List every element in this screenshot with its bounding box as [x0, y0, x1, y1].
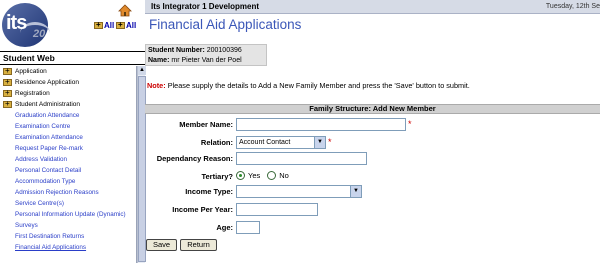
student-name-label: Name: — [148, 56, 170, 64]
sidebar-folder-residence-application[interactable]: Residence Application — [0, 77, 136, 88]
sidebar-link[interactable]: Surveys — [0, 220, 136, 231]
note-label: Note: — [147, 81, 166, 90]
sidebar-scrollbar[interactable]: ▲ — [137, 66, 146, 263]
folder-icon — [3, 88, 12, 97]
logo-text: its — [6, 12, 27, 34]
income-per-year-row: Income Per Year: — [145, 203, 600, 219]
left-panel: its 20 All All Student Web Application — [0, 0, 146, 263]
dependancy-reason-label: Dependancy Reason: — [156, 154, 233, 163]
age-row: Age: — [145, 221, 600, 237]
dependancy-reason-input[interactable] — [236, 152, 367, 165]
logo-version: 20 — [33, 28, 46, 40]
income-per-year-input[interactable] — [236, 203, 318, 216]
expand-all-button[interactable]: All — [94, 20, 115, 30]
sidebar-link[interactable]: Service Centre(s) — [0, 198, 136, 209]
required-marker: * — [408, 119, 412, 129]
sidebar-folder-label: Student Administration — [15, 101, 81, 108]
folder-icon — [3, 77, 12, 86]
collapse-all-label: All — [126, 21, 137, 30]
sidebar-link[interactable]: Address Validation — [0, 154, 136, 165]
income-type-row: Income Type: ▼ — [145, 185, 600, 201]
sidebar-folder-registration[interactable]: Registration — [0, 88, 136, 99]
tertiary-yes-radio[interactable] — [236, 171, 245, 180]
sidebar-link-active[interactable]: Financial Aid Applications — [0, 242, 136, 253]
age-input[interactable] — [236, 221, 260, 234]
student-name-value: mr Pieter Van der Poel — [171, 56, 242, 64]
member-name-label: Member Name: — [179, 120, 233, 129]
scroll-up-arrow-icon[interactable]: ▲ — [138, 66, 146, 75]
save-button[interactable]: Save — [146, 239, 177, 251]
sidebar-section-title: Student Web — [0, 51, 145, 65]
tertiary-radio-group: Yes No — [236, 171, 289, 180]
relation-label: Relation: — [200, 138, 233, 147]
student-name-line: Name: mr Pieter Van der Poel — [148, 56, 264, 66]
income-type-label: Income Type: — [185, 187, 233, 196]
app-root: its 20 All All Student Web Application — [0, 0, 600, 263]
folder-plus-icon — [94, 20, 103, 29]
student-number-label: Student Number: — [148, 47, 205, 54]
page-title: Financial Aid Applications — [149, 17, 302, 32]
sidebar-folder-label: Residence Application — [15, 79, 79, 86]
chevron-down-icon[interactable]: ▼ — [350, 186, 361, 197]
logo-area: its 20 All All — [0, 0, 145, 50]
sidebar-link[interactable]: Admission Rejection Reasons — [0, 187, 136, 198]
sidebar-folder-label: Registration — [15, 90, 50, 97]
sidebar-nav: Application Residence Application Regist… — [0, 66, 137, 263]
app-title: Its Integrator 1 Development — [151, 2, 260, 11]
tertiary-label: Tertiary? — [201, 172, 233, 181]
member-name-input[interactable] — [236, 118, 406, 131]
note-line: Note: Please supply the details to Add a… — [145, 81, 600, 91]
date-text: Tuesday, 12th Se — [545, 3, 600, 10]
home-icon[interactable] — [118, 4, 132, 17]
income-type-select[interactable]: ▼ — [236, 185, 362, 198]
student-info-box: Student Number: 200100396 Name: mr Piete… — [145, 44, 267, 66]
age-label: Age: — [216, 223, 233, 232]
sidebar-folder-student-administration[interactable]: Student Administration — [0, 99, 136, 110]
tertiary-no-radio[interactable] — [267, 171, 277, 180]
sidebar-link[interactable]: Examination Centre — [0, 121, 136, 132]
tertiary-yes-label: Yes — [248, 171, 261, 180]
sidebar-link[interactable]: Personal Information Update (Dynamic) — [0, 209, 136, 220]
collapse-all-button[interactable]: All — [116, 20, 137, 30]
sidebar-link[interactable]: Examination Attendance — [0, 132, 136, 143]
folder-icon — [3, 66, 12, 75]
member-name-row: Member Name: * — [145, 118, 600, 134]
student-number-line: Student Number: 200100396 — [148, 46, 264, 56]
sidebar-link[interactable]: Personal Contact Detail — [0, 165, 136, 176]
relation-row: Relation: Account Contact ▼ * — [145, 136, 600, 152]
sidebar-link[interactable]: First Destination Returns — [0, 231, 136, 242]
income-per-year-label: Income Per Year: — [172, 205, 233, 214]
sidebar-folder-label: Application — [15, 68, 47, 75]
relation-selected-value: Account Contact — [239, 139, 291, 146]
form-header: Family Structure: Add New Member — [145, 104, 600, 114]
sidebar-link[interactable]: Graduation Attendance — [0, 110, 136, 121]
required-marker: * — [328, 137, 332, 147]
dependancy-reason-row: Dependancy Reason: — [145, 152, 600, 168]
chevron-down-icon[interactable]: ▼ — [314, 137, 325, 148]
expand-all-label: All — [104, 21, 115, 30]
tertiary-row: Tertiary? Yes No — [145, 170, 600, 186]
student-number-value: 200100396 — [206, 47, 242, 54]
note-text: Please supply the details to Add a New F… — [167, 81, 470, 90]
top-bar: Its Integrator 1 Development Tuesday, 12… — [145, 0, 600, 14]
sidebar-link[interactable]: Request Paper Re-mark — [0, 143, 136, 154]
sidebar-link[interactable]: Accommodation Type — [0, 176, 136, 187]
tertiary-no-label: No — [279, 171, 289, 180]
folder-open-icon — [3, 99, 12, 108]
return-button[interactable]: Return — [180, 239, 217, 251]
relation-select[interactable]: Account Contact ▼ — [236, 136, 326, 149]
folder-minus-icon — [116, 20, 125, 29]
sidebar-folder-application[interactable]: Application — [0, 66, 136, 77]
